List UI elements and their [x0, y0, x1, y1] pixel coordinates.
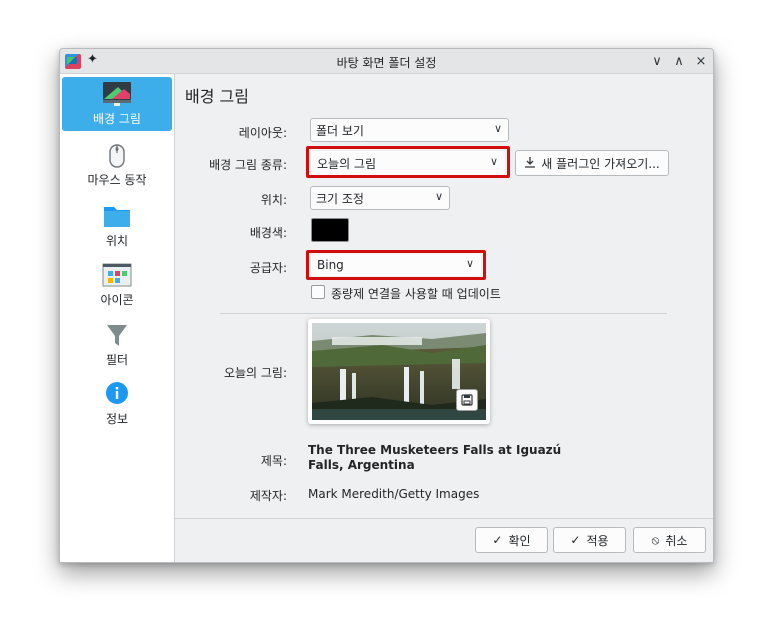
cancel-icon: ⦸: [651, 532, 660, 547]
window-title: 바탕 화면 폴더 설정: [336, 56, 437, 70]
layout-label: 레이아웃:: [238, 126, 287, 140]
cancel-button[interactable]: ⦸ 취소: [633, 527, 706, 553]
sidebar-item-location[interactable]: 위치: [62, 199, 172, 253]
mouse-icon: [107, 142, 127, 173]
apply-button[interactable]: ✓ 적용: [553, 527, 626, 553]
sidebar-item-wallpaper[interactable]: 배경 그림: [62, 77, 172, 131]
layout-combo[interactable]: 폴더 보기 ∨: [310, 118, 509, 142]
save-image-button[interactable]: [456, 389, 478, 411]
title-value: The Three Musketeers Falls at Iguazú Fal…: [308, 443, 562, 472]
sidebar-item-label: 배경 그림: [93, 112, 141, 126]
get-new-plugins-button[interactable]: 새 플러그인 가져오기...: [515, 150, 669, 176]
footer-divider: [175, 518, 713, 519]
position-combo[interactable]: 크기 조정 ∨: [310, 186, 450, 210]
filter-icon: [105, 322, 129, 351]
provider-value: Bing: [317, 258, 344, 272]
wallpaper-type-value: 오늘의 그림: [317, 156, 377, 171]
title-label: 제목:: [260, 454, 287, 468]
chevron-down-icon: ∨: [465, 257, 474, 270]
title-bar[interactable]: ✦ 바탕 화면 폴더 설정 ∨ ∧ ×: [60, 49, 713, 74]
divider: [220, 313, 667, 314]
sidebar-item-about[interactable]: 정보: [62, 377, 172, 431]
background-color-label: 배경색:: [249, 226, 287, 240]
minimize-button[interactable]: ∨: [649, 53, 665, 69]
provider-label: 공급자:: [249, 261, 287, 275]
check-icon: ✓: [570, 533, 581, 547]
author-label: 제작자:: [249, 489, 287, 503]
icons-icon: [102, 262, 132, 291]
maximize-button[interactable]: ∧: [671, 53, 687, 69]
download-icon: [524, 156, 536, 171]
settings-window: ✦ 바탕 화면 폴더 설정 ∨ ∧ × 배경 그림 마우스 동작 위치 아이콘 …: [59, 48, 714, 563]
chevron-down-icon: ∨: [493, 122, 502, 135]
sidebar-item-label: 아이콘: [100, 293, 134, 307]
picture-of-day-label: 오늘의 그림:: [223, 366, 287, 380]
metered-update-checkbox[interactable]: [311, 285, 325, 299]
sidebar-item-icons[interactable]: 아이콘: [62, 258, 172, 312]
info-icon: [105, 381, 129, 408]
page-title: 배경 그림: [185, 87, 249, 106]
provider-combo[interactable]: Bing ∨: [311, 254, 481, 276]
metered-update-label[interactable]: 종량제 연결을 사용할 때 업데이트: [331, 285, 501, 302]
author-value: Mark Meredith/Getty Images: [308, 487, 480, 501]
background-color-button[interactable]: [311, 218, 349, 242]
wallpaper-type-combo[interactable]: 오늘의 그림 ∨: [311, 151, 505, 175]
chevron-down-icon: ∨: [489, 155, 498, 168]
sidebar: 배경 그림 마우스 동작 위치 아이콘 필터 정보: [60, 74, 175, 562]
ok-button[interactable]: ✓ 확인: [475, 527, 548, 553]
wallpaper-icon: [102, 81, 132, 110]
layout-value: 폴더 보기: [316, 123, 364, 138]
folder-icon: [102, 203, 132, 232]
sidebar-item-label: 마우스 동작: [87, 173, 147, 187]
chevron-down-icon: ∨: [434, 190, 443, 203]
close-button[interactable]: ×: [693, 53, 709, 69]
sidebar-item-label: 위치: [105, 234, 129, 248]
position-value: 크기 조정: [316, 191, 364, 206]
picture-of-day-thumbnail[interactable]: [308, 319, 490, 424]
sidebar-item-filter[interactable]: 필터: [62, 318, 172, 372]
wallpaper-type-label: 배경 그림 종류:: [209, 158, 287, 172]
sidebar-item-label: 정보: [105, 412, 129, 426]
sidebar-item-mouse[interactable]: 마우스 동작: [62, 138, 172, 192]
check-icon: ✓: [492, 533, 503, 547]
sidebar-item-label: 필터: [105, 353, 129, 367]
position-label: 위치:: [260, 193, 287, 207]
